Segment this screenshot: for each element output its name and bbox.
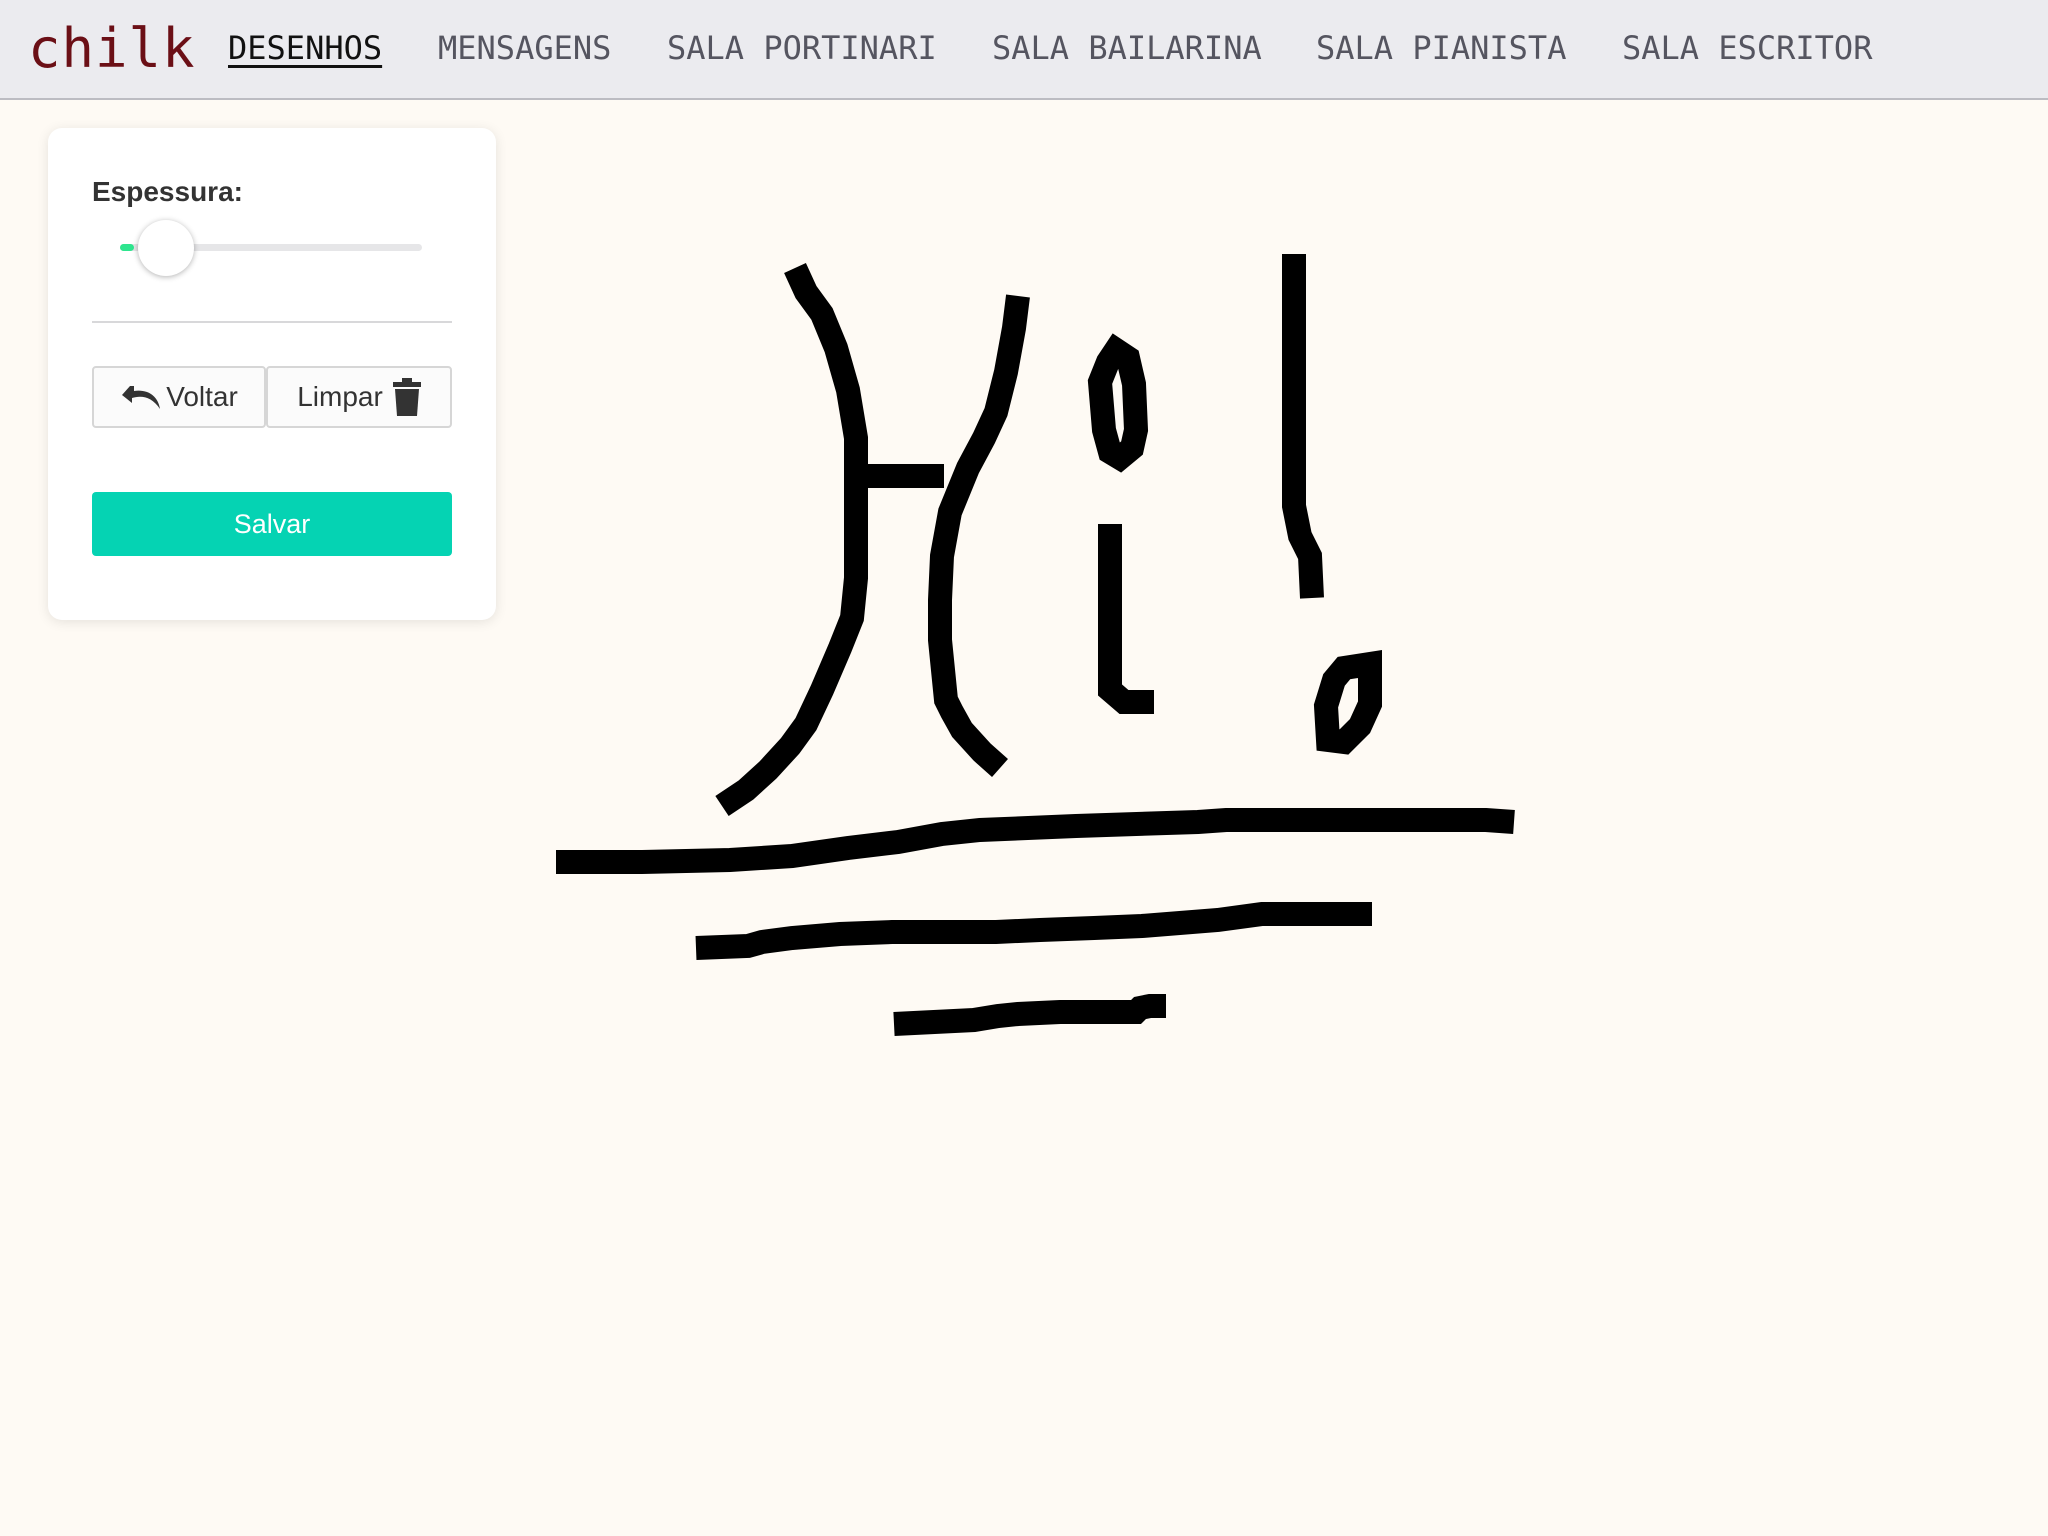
thickness-slider-thumb[interactable] [138, 220, 194, 276]
trash-icon [392, 378, 421, 416]
thickness-label: Espessura: [92, 176, 243, 207]
top-navigation-bar: chilk DESENHOS MENSAGENS SALA PORTINARI … [0, 0, 2048, 100]
nav-sala-escritor[interactable]: SALA ESCRITOR [1622, 26, 1872, 70]
thickness-slider-fill [120, 244, 134, 251]
stroke-exclamation-dot-shape [1313, 650, 1382, 755]
nav-desenhos[interactable]: DESENHOS [228, 26, 382, 70]
stroke-i-dot [1087, 333, 1149, 473]
stroke-h-left [715, 263, 868, 816]
nav-sala-portinari[interactable]: SALA PORTINARI [667, 26, 937, 70]
nav-mensagens[interactable]: MENSAGENS [438, 26, 611, 70]
nav-sala-pianista[interactable]: SALA PIANISTA [1316, 26, 1566, 70]
back-button[interactable]: Voltar [92, 366, 266, 428]
clear-button[interactable]: Limpar [266, 366, 452, 428]
stroke-underline-3 [893, 994, 1166, 1036]
stroke-underline-1 [556, 808, 1515, 874]
clear-label: Limpar [297, 381, 383, 412]
save-button[interactable]: Salvar [92, 492, 452, 556]
stroke-h-right [928, 294, 1030, 777]
back-label: Voltar [166, 381, 238, 412]
stroke-exclamation-bar [1282, 254, 1324, 599]
toolbar-panel: Espessura: Voltar Limpar Salvar [48, 128, 496, 620]
stroke-i-stem [1098, 524, 1154, 714]
nav-sala-bailarina[interactable]: SALA BAILARINA [992, 26, 1262, 70]
divider [92, 321, 452, 323]
app-logo[interactable]: chilk [28, 14, 196, 84]
stroke-underline-2 [695, 902, 1372, 960]
undo-icon [120, 382, 164, 412]
